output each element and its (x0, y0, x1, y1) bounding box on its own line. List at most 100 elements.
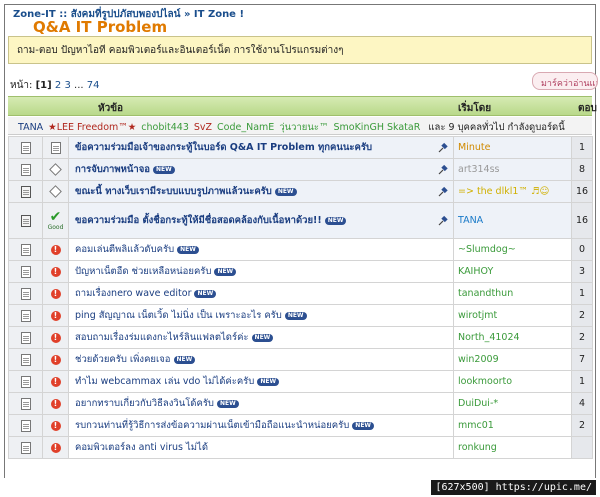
topic-starter-link[interactable]: win2009 (458, 354, 499, 365)
topic-row: ! ถามเรื่องnero wave editor NEW tanandthun 1 (8, 282, 593, 305)
topic-status-cell: ! (42, 370, 69, 393)
topic-title-link[interactable]: ช่วยด้วยครับ เพิ่งคยเจอ (75, 354, 171, 365)
topic-starter-link[interactable]: North_41024 (458, 332, 520, 343)
topic-title-link[interactable]: ถามเรื่องnero wave editor (75, 288, 191, 299)
topic-subject-cell: ขณะนี้ ทางเว็บเรามีระบบแบบรูปภาพแล้วนะคร… (68, 180, 454, 203)
pagination-page-2[interactable]: 2 (55, 80, 61, 91)
header-replies[interactable]: ตอบ (578, 101, 597, 116)
mark-read-button[interactable]: มาร์คว่าอ่านแล้ว (532, 72, 598, 90)
hot-topic-icon (20, 214, 31, 227)
topic-row: ✔ Good ขอความร่วมมือ ตั้งชื่อกระทู้ให้มีชื… (8, 202, 593, 239)
pagination-page-3[interactable]: 3 (64, 80, 70, 91)
exclamation-icon: ! (50, 354, 61, 365)
topic-type-cell (8, 260, 43, 283)
new-badge[interactable]: NEW (153, 165, 175, 174)
topic-title-link[interactable]: สอบถามเรื่องร่มแดงกะไหร์ลินแฟลตไดร์ค่ะ (75, 332, 249, 343)
topic-starter-link[interactable]: Minute (458, 142, 490, 153)
topic-starter-link[interactable]: mmc01 (458, 420, 494, 431)
topic-title-link[interactable]: ทำไม webcammax เล่น vdo ไม่ได้ค่ะครับ (75, 376, 254, 387)
new-badge[interactable]: NEW (324, 216, 347, 225)
topic-title-link[interactable]: ping สัญญาณ เน็ตเวิ้ด ไม่นิ่ง เป็น เพราะ… (75, 310, 282, 321)
topic-status-cell: ! (42, 238, 69, 261)
topic-icon (20, 441, 31, 454)
new-badge[interactable]: NEW (284, 311, 307, 320)
good-badge: ✔ Good (44, 210, 68, 231)
topic-type-cell (8, 136, 43, 159)
topic-status-cell (42, 136, 69, 159)
topic-row: ขณะนี้ ทางเว็บเรามีระบบแบบรูปภาพแล้วนะคร… (8, 180, 593, 203)
new-badge[interactable]: NEW (177, 245, 199, 254)
new-badge[interactable]: NEW (251, 333, 274, 342)
topic-replies-cell: 2 (571, 304, 593, 327)
topic-type-cell (8, 326, 43, 349)
topic-starter-link[interactable]: DuiDui-* (458, 398, 498, 409)
checkmark-icon: ✔ (49, 208, 62, 225)
topic-title-link[interactable]: การจับภาพหน้าจอ (75, 164, 150, 175)
viewer-name[interactable]: SvZ (194, 122, 212, 133)
pagination-last[interactable]: 74 (87, 80, 100, 91)
topic-subject-cell: คอมเล่นตีพลิแล้วดับครับ NEW (68, 238, 454, 261)
topic-starter-link[interactable]: ronkung (458, 442, 497, 453)
viewer-name[interactable]: ★LEE Freedom™★ (48, 122, 136, 133)
topic-starter-cell: Minute (453, 136, 572, 159)
pin-icon (437, 164, 449, 179)
topic-title-link[interactable]: คอมเล่นตีพลิแล้วดับครับ (75, 244, 174, 255)
topic-starter-link[interactable]: ~Slumdog~ (458, 244, 516, 255)
topic-row: ! ปัญหาเน็ตอืด ช่วยเหลือหน่อยครับ NEW KAIHO… (8, 260, 593, 283)
topic-title-link[interactable]: รบกวนท่านที่รู้วิธีการส่งข้อความผ่านเน็ต… (75, 420, 349, 431)
topic-icon (20, 419, 31, 432)
topic-replies-cell: 0 (571, 238, 593, 261)
exclamation-icon: ! (50, 376, 61, 387)
viewer-name[interactable]: chobit443 (141, 122, 189, 133)
exclamation-icon: ! (50, 310, 61, 321)
topic-starter-link[interactable]: TANA (458, 215, 483, 226)
topic-starter-link[interactable]: art314ss (458, 164, 499, 175)
pagination-ellipsis: ... (74, 80, 84, 91)
header-started-by[interactable]: เริ่มโดย (458, 101, 491, 116)
topic-title-link[interactable]: คอมพิวเตอร์ลง anti virus ไม่ได้ (75, 442, 208, 453)
topic-replies-cell: 8 (571, 158, 593, 181)
pagination-label: หน้า: (10, 80, 33, 91)
topic-title-link[interactable]: อยากทราบเกี่ยวกับวิธีลงวินโด้ครับ (75, 398, 214, 409)
topic-type-cell (8, 304, 43, 327)
topic-replies-cell: 4 (571, 392, 593, 415)
viewer-name[interactable]: วุ่นวายนะ™ (279, 122, 328, 133)
pin-icon (437, 215, 449, 230)
topic-starter-link[interactable]: tanandthun (458, 288, 513, 299)
topic-replies-cell: 16 (571, 180, 593, 203)
topic-starter-cell: win2009 (453, 348, 572, 371)
topic-starter-link[interactable]: KAIHOY (458, 266, 493, 277)
new-badge[interactable]: NEW (274, 187, 297, 196)
topic-starter-link[interactable]: wirotjmt (458, 310, 497, 321)
new-badge[interactable]: NEW (173, 355, 196, 364)
topic-type-cell (8, 392, 43, 415)
topic-title-link[interactable]: ปัญหาเน็ตอืด ช่วยเหลือหน่อยครับ (75, 266, 211, 277)
pin-icon (437, 186, 449, 201)
topic-title-link[interactable]: ข้อความร่วมมือเจ้าของกระทู้ในบอร์ด Q&A I… (75, 142, 372, 153)
topic-replies-cell: 3 (571, 260, 593, 283)
new-badge[interactable]: NEW (194, 289, 217, 298)
viewers-suffix: และ 9 บุคคลทั่วไป กำลังดูบอร์ดนี้ (428, 122, 565, 133)
topic-title-link[interactable]: ขณะนี้ ทางเว็บเรามีระบบแบบรูปภาพแล้วนะคร… (75, 186, 272, 197)
topic-status-cell (42, 158, 69, 181)
topic-subject-cell: สอบถามเรื่องร่มแดงกะไหร์ลินแฟลตไดร์ค่ะ NE… (68, 326, 454, 349)
topic-starter-cell: TANA (453, 202, 572, 239)
forum-title[interactable]: Q&A IT Problem (33, 18, 167, 36)
viewer-name[interactable]: TANA (18, 122, 43, 133)
header-subject[interactable]: หัวข้อ (98, 101, 123, 116)
new-badge[interactable]: NEW (257, 377, 280, 386)
topic-starter-link[interactable]: lookmoorto (458, 376, 512, 387)
new-badge[interactable]: NEW (352, 421, 375, 430)
topic-title-link[interactable]: ขอความร่วมมือ ตั้งชื่อกระทู้ให้มีชื่อสอด… (75, 215, 322, 226)
new-badge[interactable]: NEW (216, 399, 239, 408)
topic-starter-link[interactable]: => the dlkl1™ ♬☺ (458, 186, 549, 197)
new-badge[interactable]: NEW (214, 267, 237, 276)
topic-table-header: หัวข้อ เริ่มโดย ตอบ (8, 96, 597, 116)
topic-subject-cell: คอมพิวเตอร์ลง anti virus ไม่ได้ (68, 436, 454, 459)
topic-type-cell (8, 436, 43, 459)
viewer-name[interactable]: SmoKinGH SkataR (333, 122, 420, 133)
topic-starter-cell: wirotjmt (453, 304, 572, 327)
viewer-name[interactable]: Code_NamE (217, 122, 274, 133)
hot-topic-icon (20, 185, 31, 198)
breadcrumb-section[interactable]: IT Zone ! (194, 9, 244, 20)
